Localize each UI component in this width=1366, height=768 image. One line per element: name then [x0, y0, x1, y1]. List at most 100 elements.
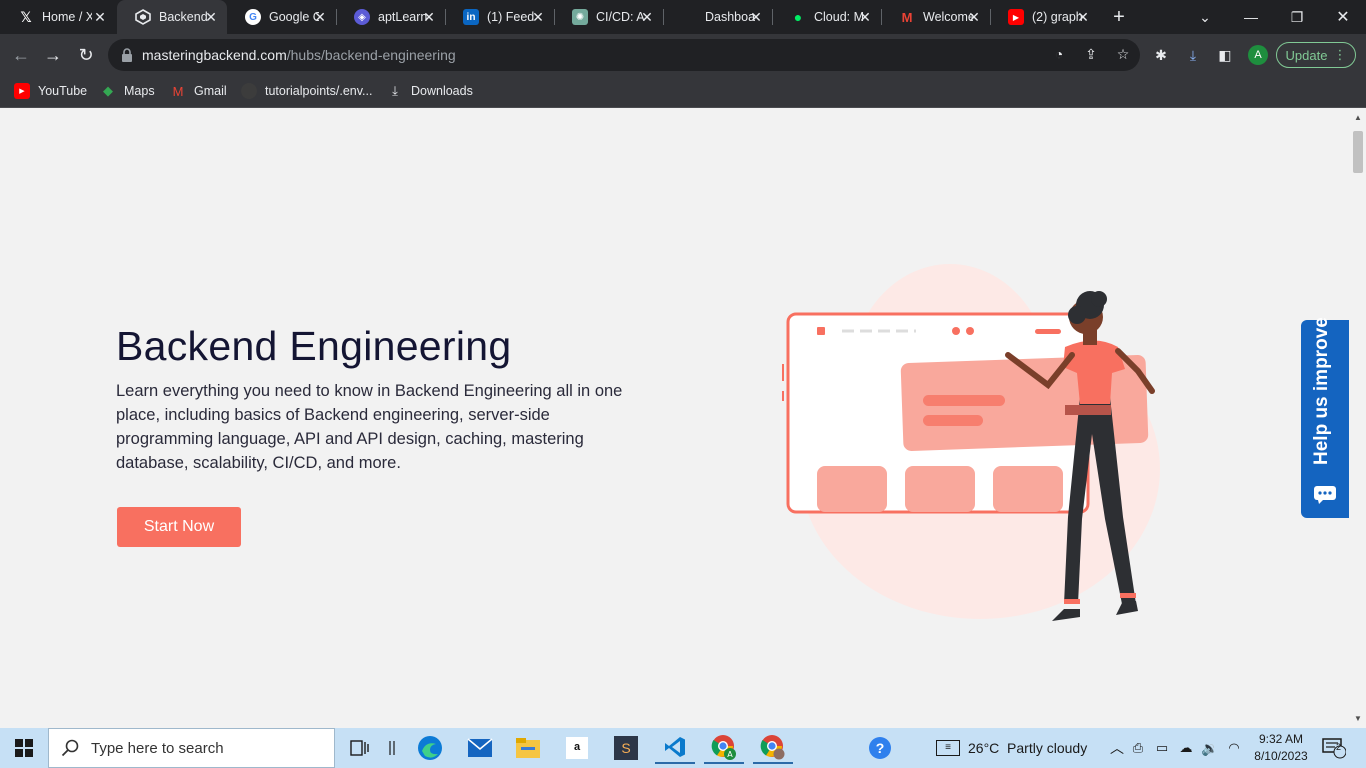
reload-button[interactable]: ↻ — [73, 42, 99, 68]
side-panel-icon[interactable]: ◧ — [1216, 46, 1234, 64]
chrome-icon[interactable] — [753, 732, 793, 764]
close-icon[interactable]: ✕ — [748, 9, 764, 25]
youtube-icon: ▶ — [1008, 9, 1024, 25]
amazon-icon[interactable]: a — [557, 732, 597, 764]
tab-title: Backend Engineering — [159, 10, 209, 24]
file-explorer-icon[interactable] — [508, 732, 548, 764]
lock-icon — [120, 47, 136, 63]
close-icon[interactable]: ✕ — [857, 9, 873, 25]
performance-icon[interactable]: ◔ — [1050, 45, 1068, 63]
close-window-button[interactable]: ✕ — [1320, 0, 1366, 34]
tab-youtube[interactable]: ▶ (2) graph ✕ — [990, 0, 1099, 34]
mail-icon[interactable] — [460, 732, 500, 764]
page-title: Backend Engineering — [116, 323, 512, 369]
aptlearn-icon: ◈ — [354, 9, 370, 25]
url-text: masteringbackend.com/hubs/backend-engine… — [142, 47, 456, 63]
close-icon[interactable]: ✕ — [639, 9, 655, 25]
tab-google[interactable]: G Google Cloud ✕ — [227, 0, 336, 34]
x-logo-icon: 𝕏 — [20, 8, 32, 25]
chrome-profile-icon[interactable]: A — [704, 732, 744, 764]
tab-linkedin[interactable]: in (1) Feed ✕ — [445, 0, 554, 34]
wifi-icon[interactable]: ◠ — [1222, 740, 1246, 756]
volume-icon[interactable]: 🔉 — [1198, 740, 1222, 757]
bookmark-gmail[interactable]: M Gmail — [170, 83, 227, 99]
share-icon[interactable]: ⇪ — [1082, 45, 1100, 63]
close-icon[interactable]: ✕ — [966, 9, 982, 25]
close-icon[interactable]: ✕ — [421, 9, 437, 25]
help-us-improve-tab[interactable]: Help us improve — [1301, 317, 1349, 518]
meet-now-icon[interactable]: ⎙ — [1126, 740, 1150, 756]
taskbar-clock[interactable]: 9:32 AM 8/10/2023 — [1248, 731, 1314, 765]
update-button[interactable]: Update ⋮ — [1276, 42, 1356, 68]
bookmark-maps[interactable]: ◆ Maps — [100, 83, 155, 99]
taskbar-divider-icon — [372, 732, 412, 764]
start-now-button[interactable]: Start Now — [117, 507, 241, 547]
help-icon[interactable]: ? — [860, 732, 900, 764]
tab-chatgpt[interactable]: ✺ CI/CD: A ✕ — [554, 0, 663, 34]
download-icon[interactable]: ⤓ — [1184, 46, 1202, 64]
close-icon[interactable]: ✕ — [312, 9, 328, 25]
taskbar-search-box[interactable]: Type here to search — [48, 728, 335, 768]
back-button[interactable]: ← — [8, 42, 34, 68]
notification-icon — [1322, 738, 1346, 759]
dashboard-icon — [681, 9, 697, 25]
address-bar[interactable]: masteringbackend.com/hubs/backend-engine… — [108, 39, 1140, 71]
windows-logo-icon — [15, 739, 33, 757]
page-scrollbar[interactable]: ▲ ▼ — [1350, 109, 1366, 728]
tab-aptlearn[interactable]: ◈ aptLearn ✕ — [336, 0, 445, 34]
vscode-icon[interactable] — [655, 732, 695, 764]
scroll-down-arrow-icon[interactable]: ▼ — [1350, 712, 1366, 726]
tab-dashboard[interactable]: Dashboard ✕ — [663, 0, 772, 34]
tab-home-x[interactable]: 𝕏 Home / X ✕ — [0, 0, 116, 34]
backend-logo-icon — [135, 9, 151, 25]
chat-icon — [1314, 486, 1336, 504]
windows-taskbar: Type here to search a S A ? ≡ 26°C Partl… — [0, 728, 1366, 768]
mongodb-icon: ● — [793, 9, 803, 25]
bookmark-downloads[interactable]: ⤓ Downloads — [387, 83, 473, 99]
bookmark-youtube[interactable]: ▶ YouTube — [14, 83, 87, 99]
forward-button[interactable]: → — [40, 42, 66, 68]
close-icon[interactable]: ✕ — [92, 9, 108, 25]
new-tab-button[interactable]: + — [1108, 6, 1130, 28]
onedrive-icon[interactable]: ☁ — [1174, 740, 1198, 756]
edge-icon[interactable] — [410, 732, 450, 764]
youtube-icon: ▶ — [14, 83, 30, 99]
weather-widget[interactable]: ≡ 26°C Partly cloudy — [936, 728, 1087, 768]
tab-backend-engineering[interactable]: Backend Engineering ✕ — [117, 0, 227, 34]
scroll-up-arrow-icon[interactable]: ▲ — [1350, 111, 1366, 125]
bookmark-star-icon[interactable]: ☆ — [1114, 45, 1132, 63]
bookmark-tutorialpoints[interactable]: tutorialpoints/.env... — [241, 83, 372, 99]
scrollbar-thumb[interactable] — [1353, 131, 1363, 173]
more-menu-icon: ⋮ — [1333, 47, 1347, 62]
tab-search-chevron-icon[interactable]: ⌄ — [1182, 0, 1228, 34]
start-button[interactable] — [0, 728, 48, 768]
extensions-icon[interactable]: ✱ — [1152, 46, 1170, 64]
bookmarks-bar: ▶ YouTube ◆ Maps M Gmail tutorialpoints/… — [0, 76, 1366, 108]
search-icon — [61, 739, 79, 757]
feedback-label: Help us improve — [1311, 317, 1332, 465]
tab-title: Home / X — [42, 10, 92, 24]
browser-toolbar: ← → ↻ masteringbackend.com/hubs/backend-… — [0, 34, 1366, 76]
minimize-button[interactable]: — — [1228, 0, 1274, 34]
google-icon: G — [245, 9, 261, 25]
sublime-text-icon[interactable]: S — [606, 732, 646, 764]
battery-icon[interactable]: ▭ — [1150, 740, 1174, 756]
github-icon — [241, 83, 257, 99]
hero-illustration — [782, 264, 1160, 621]
close-icon[interactable]: ✕ — [1075, 9, 1091, 25]
tab-strip: 𝕏 Home / X ✕ Backend Engineering ✕ G Goo… — [0, 0, 1366, 34]
gmail-icon: M — [901, 9, 913, 25]
tab-mongodb-cloud[interactable]: ● Cloud: M ✕ — [772, 0, 881, 34]
maps-icon: ◆ — [103, 83, 113, 98]
profile-avatar[interactable]: A — [1248, 45, 1268, 65]
page-content: Backend Engineering Learn everything you… — [0, 109, 1350, 728]
download-icon: ⤓ — [392, 83, 398, 98]
chevron-up-icon[interactable]: ︿ — [1108, 738, 1126, 758]
notification-count: 2 — [1336, 742, 1342, 752]
close-icon[interactable]: ✕ — [530, 9, 546, 25]
close-icon[interactable]: ✕ — [203, 9, 219, 25]
tab-gmail[interactable]: M Welcome ✕ — [881, 0, 990, 34]
restore-button[interactable]: ❐ — [1274, 0, 1320, 34]
notification-center[interactable]: 2 — [1322, 728, 1346, 768]
hero-description: Learn everything you need to know in Bac… — [116, 382, 623, 472]
